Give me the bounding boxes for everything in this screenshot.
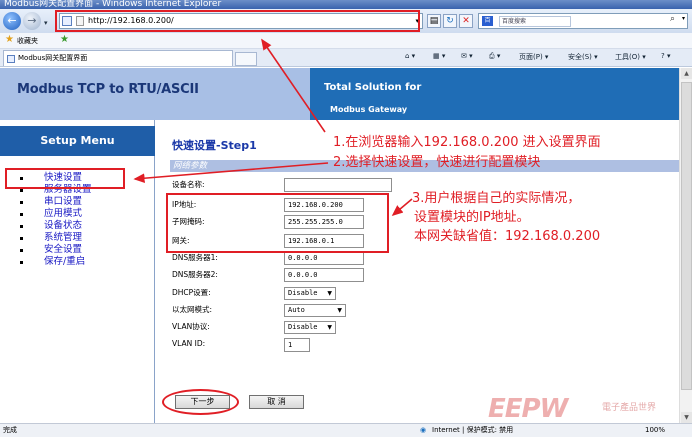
annotation-step3-line1: 3.用户根据自己的实际情况， bbox=[412, 191, 581, 206]
arrow-to-url bbox=[261, 38, 326, 133]
annotation-step3-line2: 设置模块的IP地址。 bbox=[414, 210, 530, 225]
watermark-brand: EEPW bbox=[488, 394, 568, 424]
annotation-step1: 1.在浏览器输入192.168.0.200 进入设置界面 bbox=[333, 135, 601, 150]
annotation-step2: 2.选择快速设置，快速进行配置模块 bbox=[333, 155, 541, 170]
browser-window: Modbus网关配置界面 - Windows Internet Explorer… bbox=[0, 0, 692, 437]
annotation-arrows bbox=[133, 38, 413, 217]
watermark-tag: 電子產品世界 bbox=[602, 403, 657, 413]
arrow-to-ip-fields bbox=[391, 198, 413, 217]
annotation-step3-line3: 本网关缺省值：192.168.0.200 bbox=[414, 229, 601, 244]
arrow-to-quick-setup bbox=[133, 162, 329, 183]
